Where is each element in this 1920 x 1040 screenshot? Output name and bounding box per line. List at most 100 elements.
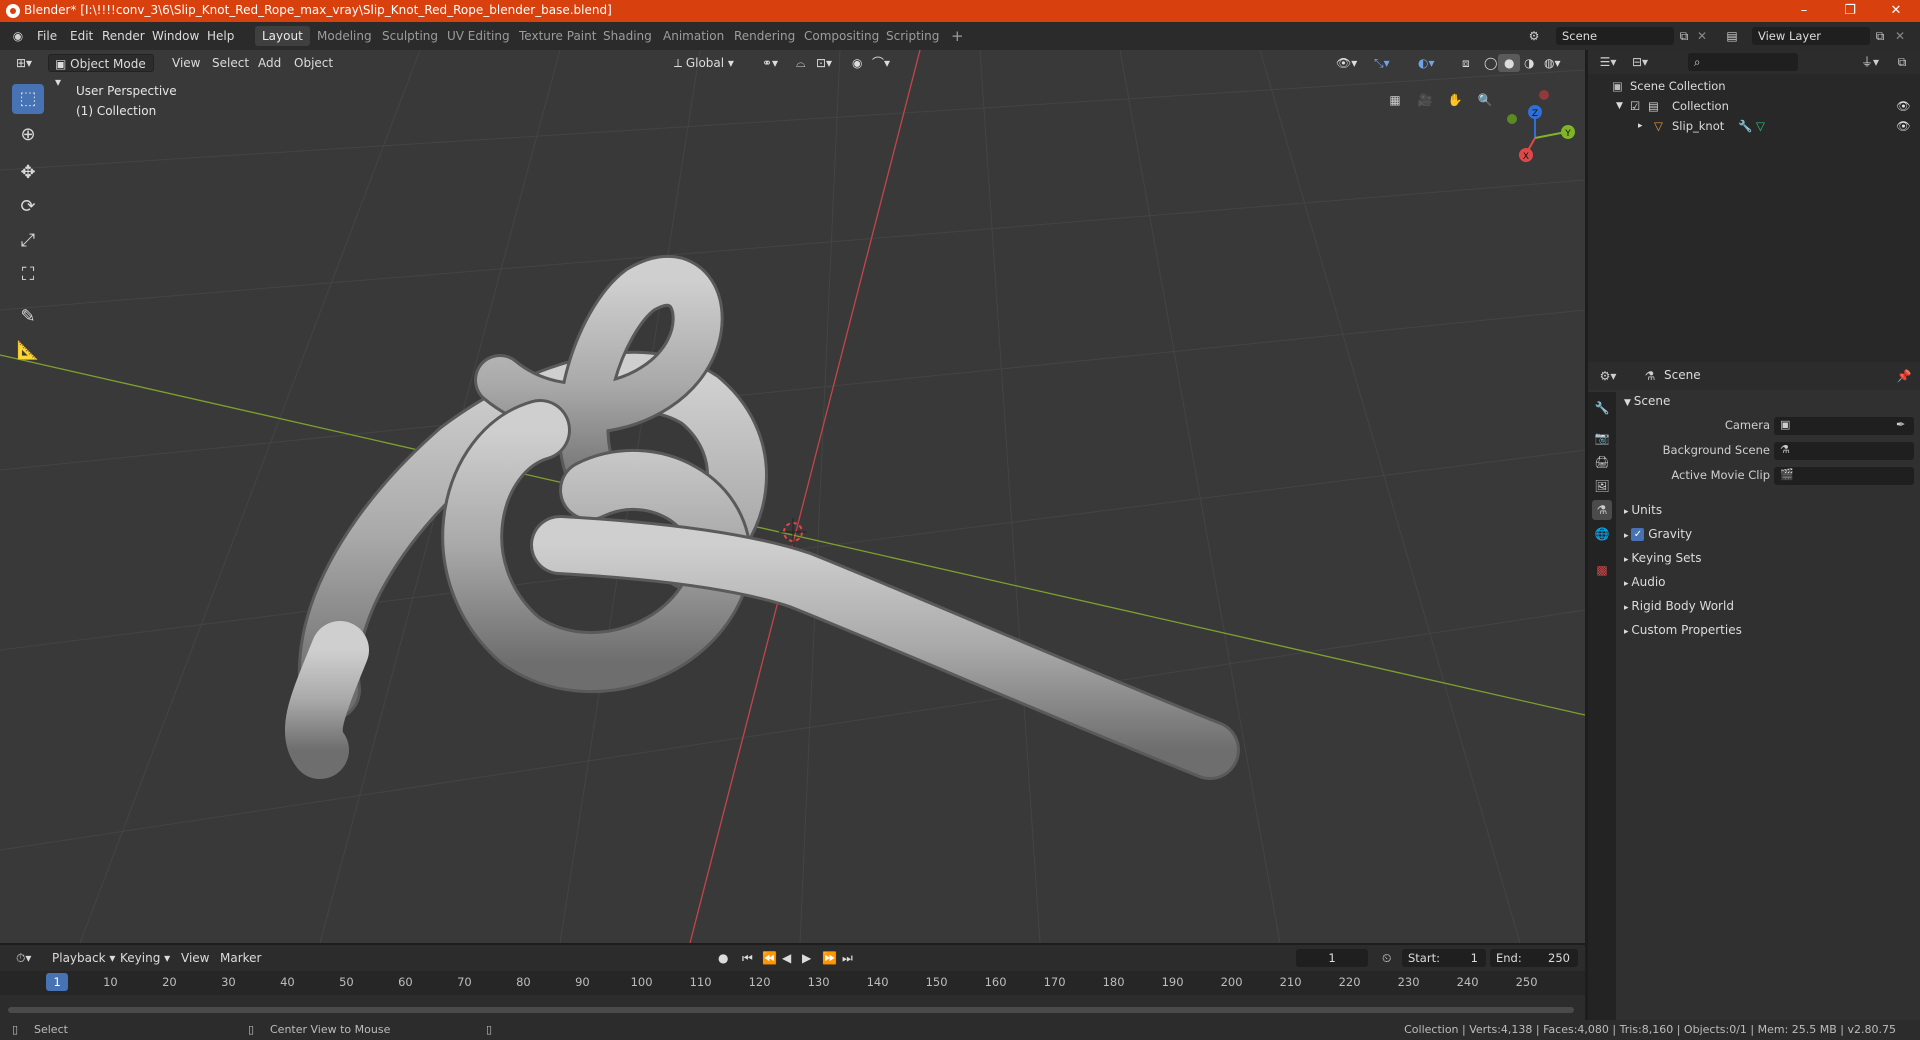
- menu-object[interactable]: Object: [288, 54, 339, 72]
- new-collection-icon[interactable]: ⧉: [1892, 53, 1912, 71]
- toggle-grid-view-icon[interactable]: ▦: [1383, 88, 1407, 112]
- custom-properties-panel-header[interactable]: ▸ Custom Properties: [1624, 619, 1742, 641]
- filter-icon[interactable]: ⏚▾: [1860, 53, 1880, 71]
- rotate-tool-icon[interactable]: ⟳: [12, 192, 44, 222]
- timeline-view-menu[interactable]: View: [175, 949, 215, 967]
- jump-end-icon[interactable]: ⏭: [836, 949, 859, 967]
- units-panel-header[interactable]: ▸ Units: [1624, 499, 1662, 521]
- blender-menu-icon[interactable]: ◉: [8, 27, 28, 45]
- background-scene-field[interactable]: ⚗: [1774, 442, 1914, 460]
- tab-animation[interactable]: Animation: [656, 26, 731, 46]
- modifier-icon[interactable]: 🔧: [1738, 116, 1752, 136]
- collection-visibility-icon[interactable]: 👁: [1896, 96, 1911, 116]
- transform-orientation-select[interactable]: ⟂ Global ▾: [668, 54, 740, 72]
- object-visibility-icon[interactable]: 👁: [1896, 116, 1911, 136]
- timeline-editor-type-icon[interactable]: ⏱▾: [10, 949, 37, 967]
- menu-render[interactable]: Render: [97, 27, 150, 45]
- minimize-button[interactable]: –: [1781, 0, 1827, 22]
- eyedropper-icon[interactable]: ✒: [1896, 418, 1905, 431]
- camera-field[interactable]: ▣ ✒: [1774, 417, 1914, 435]
- overlays-toggle-icon[interactable]: ◐▾: [1412, 54, 1441, 72]
- tab-rendering[interactable]: Rendering: [727, 26, 802, 46]
- tab-compositing[interactable]: Compositing: [797, 26, 886, 46]
- expand-arrow-icon[interactable]: ▼: [1616, 96, 1623, 116]
- snap-icon[interactable]: ⌓: [790, 54, 812, 72]
- transform-tool-icon[interactable]: ⛶: [12, 260, 44, 290]
- menu-edit[interactable]: Edit: [65, 27, 98, 45]
- properties-editor-type-icon[interactable]: ⚙▾: [1598, 367, 1618, 385]
- outliner-row-collection[interactable]: ▼ ☑ ▤ Collection 👁: [1588, 96, 1920, 116]
- menu-view[interactable]: View: [166, 54, 206, 72]
- 3d-viewport[interactable]: ⊞▾ ▣ Object Mode ▾ View Select Add Objec…: [0, 50, 1585, 943]
- marker-menu[interactable]: Marker: [214, 949, 267, 967]
- scene-selector-icon[interactable]: ⚙: [1524, 27, 1544, 45]
- proportional-falloff-icon[interactable]: ⌒▾: [866, 54, 896, 72]
- mesh-data-icon[interactable]: ▽: [1756, 116, 1765, 136]
- add-workspace-button[interactable]: +: [944, 26, 971, 46]
- close-button[interactable]: ✕: [1873, 0, 1919, 22]
- menu-window[interactable]: Window: [147, 27, 204, 45]
- tab-sculpting[interactable]: Sculpting: [375, 26, 445, 46]
- move-tool-icon[interactable]: ✥: [12, 158, 44, 188]
- display-mode-icon[interactable]: ⊟▾: [1630, 53, 1650, 71]
- tab-modeling[interactable]: Modeling: [310, 26, 379, 46]
- playback-menu[interactable]: Playback ▾: [46, 949, 121, 967]
- outliner-search-input[interactable]: ⌕: [1688, 53, 1798, 71]
- preview-range-icon[interactable]: ⏲: [1376, 949, 1397, 967]
- pan-view-icon[interactable]: ✋: [1443, 88, 1467, 112]
- scene-field[interactable]: Scene: [1556, 27, 1674, 45]
- mode-selector[interactable]: ▣ Object Mode ▾: [48, 54, 154, 89]
- delete-view-layer-icon[interactable]: ✕: [1890, 27, 1910, 45]
- record-button-icon[interactable]: ●: [712, 949, 734, 967]
- audio-panel-header[interactable]: ▸ Audio: [1624, 571, 1666, 593]
- measure-tool-icon[interactable]: 📐: [12, 336, 44, 366]
- gravity-panel-header[interactable]: ▸ ✓ Gravity: [1624, 523, 1692, 545]
- tab-scripting[interactable]: Scripting: [879, 26, 946, 46]
- scene-tab-icon[interactable]: ⚗: [1592, 500, 1612, 520]
- tab-uv-editing[interactable]: UV Editing: [440, 26, 517, 46]
- tab-texture-paint[interactable]: Texture Paint: [512, 26, 603, 46]
- restore-button[interactable]: ❐: [1827, 0, 1873, 22]
- select-box-tool-icon[interactable]: ⬚: [12, 84, 44, 114]
- output-tab-icon[interactable]: 🖨: [1592, 452, 1612, 472]
- play-icon[interactable]: ▶: [796, 949, 817, 967]
- end-frame-field[interactable]: End: 250: [1490, 949, 1578, 967]
- scale-tool-icon[interactable]: ⤢: [12, 226, 44, 256]
- delete-scene-icon[interactable]: ✕: [1692, 27, 1712, 45]
- menu-file[interactable]: File: [32, 27, 62, 45]
- snap-target-icon[interactable]: ⊡▾: [810, 54, 838, 72]
- render-tab-icon[interactable]: 📷: [1592, 428, 1612, 448]
- scene-panel-header[interactable]: ▼ Scene: [1624, 390, 1670, 412]
- pin-icon[interactable]: 📌: [1894, 367, 1914, 385]
- timeline-scrollbar[interactable]: [8, 1007, 1574, 1013]
- pivot-point-icon[interactable]: ⚭▾: [756, 54, 784, 72]
- view-layer-field[interactable]: View Layer: [1752, 27, 1870, 45]
- camera-view-icon[interactable]: 🎥: [1413, 88, 1437, 112]
- tab-layout[interactable]: Layout: [255, 26, 310, 46]
- visibility-icon[interactable]: 👁▾: [1330, 54, 1363, 72]
- xray-toggle-icon[interactable]: ⧈: [1456, 54, 1476, 72]
- menu-help[interactable]: Help: [202, 27, 239, 45]
- gizmo-toggle-icon[interactable]: ⤡▾: [1368, 54, 1396, 72]
- new-view-layer-icon[interactable]: ⧉: [1870, 27, 1890, 45]
- collapse-arrow-icon[interactable]: ▸: [1638, 116, 1643, 136]
- gravity-checkbox[interactable]: ✓: [1631, 528, 1645, 541]
- start-frame-field[interactable]: Start: 1: [1402, 949, 1486, 967]
- outliner-row-scene-collection[interactable]: ▣ Scene Collection: [1588, 76, 1920, 96]
- view-layer-tab-icon[interactable]: 🖼: [1592, 476, 1612, 496]
- cursor-tool-icon[interactable]: ⊕: [12, 120, 44, 150]
- view-layer-icon[interactable]: ▤: [1722, 27, 1742, 45]
- annotate-tool-icon[interactable]: ✎: [12, 302, 44, 332]
- navigation-gizmo[interactable]: Z Y X: [1490, 78, 1580, 168]
- menu-select[interactable]: Select: [206, 54, 255, 72]
- rendered-shading-icon[interactable]: ◍▾: [1538, 54, 1567, 72]
- rigid-body-panel-header[interactable]: ▸ Rigid Body World: [1624, 595, 1734, 617]
- editor-type-icon[interactable]: ⊞▾: [10, 54, 38, 72]
- current-frame-field[interactable]: 1: [1296, 949, 1368, 967]
- texture-tab-icon[interactable]: ▩: [1592, 560, 1612, 580]
- world-tab-icon[interactable]: 🌐: [1592, 524, 1612, 544]
- keying-sets-panel-header[interactable]: ▸ Keying Sets: [1624, 547, 1701, 569]
- menu-add[interactable]: Add: [252, 54, 287, 72]
- play-reverse-icon[interactable]: ◀: [776, 949, 797, 967]
- tool-tab-icon[interactable]: 🔧: [1592, 398, 1612, 418]
